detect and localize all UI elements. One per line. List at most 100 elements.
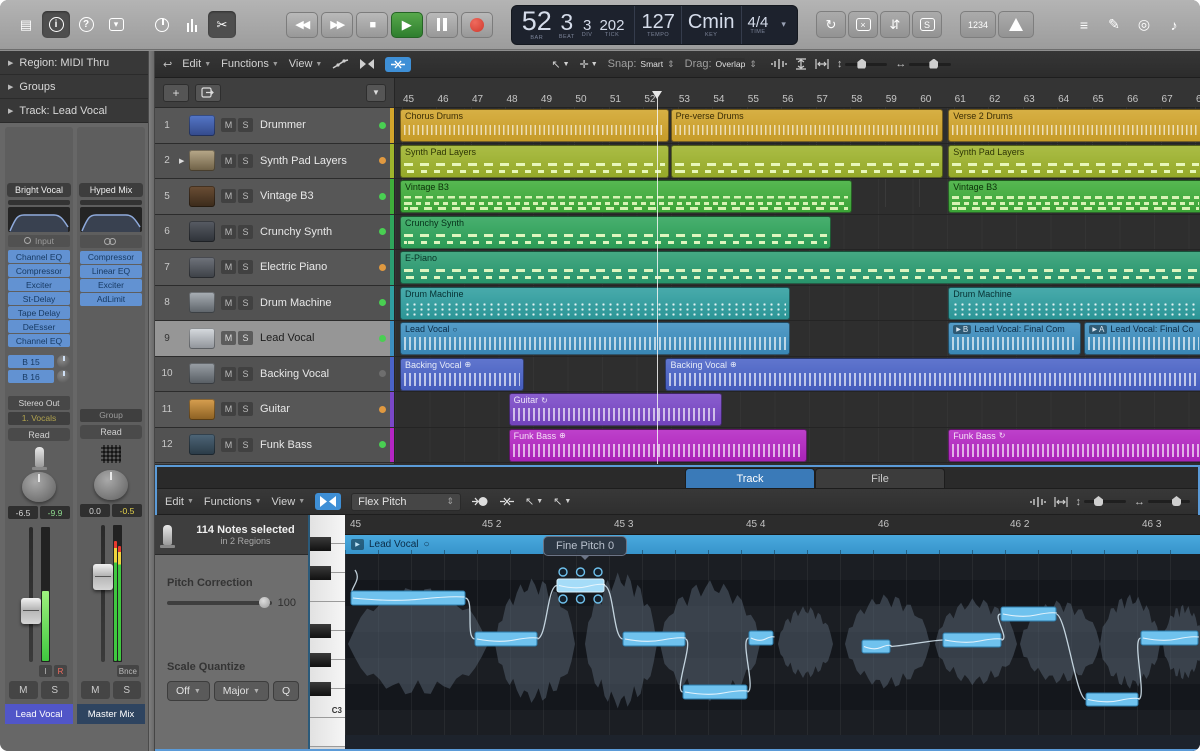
track-mute-button[interactable]: M bbox=[221, 189, 236, 203]
quick-help-button[interactable]: ? bbox=[72, 11, 100, 38]
region-play-icon[interactable]: ▶ bbox=[351, 539, 364, 550]
channel-strip-setting[interactable]: Bright Vocal bbox=[7, 183, 71, 197]
track-solo-button[interactable]: S bbox=[238, 402, 253, 416]
strip-small-button[interactable]: Bnce bbox=[117, 665, 139, 677]
pitch-note[interactable] bbox=[683, 685, 747, 699]
note-hotspot[interactable] bbox=[559, 568, 567, 576]
pitch-note[interactable] bbox=[943, 633, 1001, 647]
track-mute-button[interactable]: M bbox=[221, 331, 236, 345]
scale-type-select[interactable]: Major▼ bbox=[214, 681, 269, 701]
cycle-button[interactable]: ↻ bbox=[816, 11, 846, 38]
eq-thumbnail[interactable] bbox=[8, 207, 70, 232]
secondary-tool[interactable]: ✛▼ bbox=[580, 58, 598, 71]
input-slot[interactable] bbox=[80, 235, 142, 248]
replace-button[interactable]: × bbox=[848, 11, 878, 38]
region[interactable]: Drum Machine bbox=[400, 287, 790, 320]
editor-menu-functions[interactable]: Functions▼ bbox=[204, 496, 262, 508]
toolbar-toggle-button[interactable]: ▾ bbox=[102, 11, 130, 38]
catch-button[interactable] bbox=[471, 495, 489, 508]
strip-name-footer[interactable]: Master Mix bbox=[77, 704, 145, 724]
editor-horizontal-zoom-slider[interactable]: ↔ bbox=[1134, 496, 1190, 508]
flex-mode-select[interactable]: Flex Pitch⇕ bbox=[351, 493, 461, 511]
editor-ruler[interactable]: 4545 245 345 44646 246 3 bbox=[345, 515, 1200, 535]
automation-mode-button[interactable]: Read bbox=[8, 428, 70, 441]
editors-button[interactable]: ✂ bbox=[208, 11, 236, 38]
plugin-slot[interactable]: Tape Delay bbox=[8, 306, 70, 319]
track-header-guitar[interactable]: 11MSGuitar bbox=[155, 392, 394, 428]
volume-readout[interactable]: 0.0 bbox=[80, 504, 110, 517]
piano-black-key[interactable] bbox=[310, 682, 331, 696]
editor-vertical-zoom-slider[interactable]: ↕ bbox=[1076, 496, 1127, 508]
editor-secondary-tool[interactable]: ↖▼ bbox=[553, 495, 571, 508]
fit-horizontal-icon[interactable] bbox=[815, 58, 829, 70]
track-mute-button[interactable]: M bbox=[221, 260, 236, 274]
count-in-button[interactable]: 1234 bbox=[960, 11, 996, 38]
peak-readout[interactable]: -9.9 bbox=[40, 506, 70, 519]
track-inspector-header[interactable]: ▶Track: Lead Vocal bbox=[0, 99, 148, 123]
plugin-slot[interactable]: Compressor bbox=[80, 251, 142, 264]
track-solo-button[interactable]: S bbox=[238, 438, 253, 452]
editor-menu-edit[interactable]: Edit▼ bbox=[165, 496, 194, 508]
plugin-slot[interactable]: DeEsser bbox=[8, 320, 70, 333]
forward-button[interactable]: ▶▶ bbox=[321, 12, 353, 38]
record-button[interactable] bbox=[461, 12, 493, 38]
pan-knob[interactable] bbox=[94, 470, 128, 501]
region[interactable]: Crunchy Synth bbox=[400, 216, 831, 249]
channel-strip-setting[interactable]: Hyped Mix bbox=[79, 183, 143, 197]
volume-fader[interactable] bbox=[101, 525, 105, 662]
track-header-drummer[interactable]: 1MSDrummer bbox=[155, 108, 394, 144]
record-enable-button[interactable]: R bbox=[54, 665, 67, 677]
pitch-note[interactable] bbox=[623, 632, 685, 646]
region[interactable]: Verse 2 Drums bbox=[948, 109, 1200, 142]
track-solo-button[interactable]: S bbox=[238, 154, 253, 168]
track-header-funk-bass[interactable]: 12MSFunk Bass bbox=[155, 428, 394, 464]
tab-file[interactable]: File bbox=[815, 468, 945, 488]
region[interactable]: Guitar↻ bbox=[509, 393, 723, 426]
track-header-backing-vocal[interactable]: 10MSBacking Vocal bbox=[155, 357, 394, 393]
tab-track[interactable]: Track bbox=[685, 468, 815, 488]
region[interactable]: Funk Bass↻ bbox=[948, 429, 1200, 462]
plugin-slot[interactable]: Channel EQ bbox=[8, 334, 70, 347]
plugin-slot[interactable]: Linear EQ bbox=[80, 265, 142, 278]
track-mute-button[interactable]: M bbox=[221, 402, 236, 416]
pitch-correction-slider[interactable]: 100 bbox=[167, 597, 296, 609]
track-solo-button[interactable]: S bbox=[238, 296, 253, 310]
send-knob[interactable] bbox=[57, 370, 70, 383]
list-editors-button[interactable]: ≡ bbox=[1070, 11, 1098, 38]
peak-readout[interactable]: -0.5 bbox=[112, 504, 142, 517]
arrange-menu-edit[interactable]: Edit▼ bbox=[182, 58, 211, 70]
track-header-synth-pad-layers[interactable]: 2▶MSSynth Pad Layers bbox=[155, 144, 394, 180]
lcd-chevron-icon[interactable]: ▾ bbox=[774, 6, 793, 44]
track-solo-button[interactable]: S bbox=[238, 118, 253, 132]
input-slot[interactable]: Input bbox=[8, 235, 70, 247]
loop-browser-button[interactable]: ◎ bbox=[1130, 11, 1158, 38]
region[interactable]: Vintage B3 bbox=[400, 180, 852, 213]
mixer-button[interactable] bbox=[178, 11, 206, 38]
pointer-tool[interactable]: ↖▼ bbox=[551, 58, 569, 71]
region[interactable]: Drum Machine bbox=[948, 287, 1200, 320]
vertical-zoom-slider[interactable]: ↕ bbox=[837, 58, 888, 70]
library-button[interactable]: ▤ bbox=[12, 11, 40, 38]
piano-black-key[interactable] bbox=[310, 653, 331, 667]
arrange-menu-functions[interactable]: Functions▼ bbox=[221, 58, 279, 70]
region[interactable]: Chorus Drums bbox=[400, 109, 669, 142]
piano-black-key[interactable] bbox=[310, 624, 331, 638]
play-button[interactable]: ▶ bbox=[391, 12, 423, 38]
note-hotspot[interactable] bbox=[577, 568, 585, 576]
region[interactable]: Pre-verse Drums bbox=[671, 109, 943, 142]
note-hotspot[interactable] bbox=[559, 595, 567, 603]
pitch-note[interactable] bbox=[351, 591, 465, 605]
rewind-button[interactable]: ◀◀ bbox=[286, 12, 318, 38]
eq-thumbnail[interactable] bbox=[80, 207, 142, 232]
region[interactable]: Vintage B3 bbox=[948, 180, 1200, 213]
scale-root-select[interactable]: Off▼ bbox=[167, 681, 210, 701]
pitch-note[interactable] bbox=[749, 631, 773, 645]
smart-controls-button[interactable] bbox=[148, 11, 176, 38]
pitch-note[interactable] bbox=[1141, 631, 1198, 645]
vertical-auto-zoom-icon[interactable] bbox=[795, 58, 807, 70]
pitch-note[interactable] bbox=[557, 579, 604, 592]
group-slot[interactable]: 1. Vocals bbox=[8, 412, 70, 425]
pan-knob[interactable] bbox=[22, 472, 56, 502]
plugin-slot[interactable]: AdLimit bbox=[80, 293, 142, 306]
send-slot[interactable]: B 16 bbox=[8, 370, 70, 383]
